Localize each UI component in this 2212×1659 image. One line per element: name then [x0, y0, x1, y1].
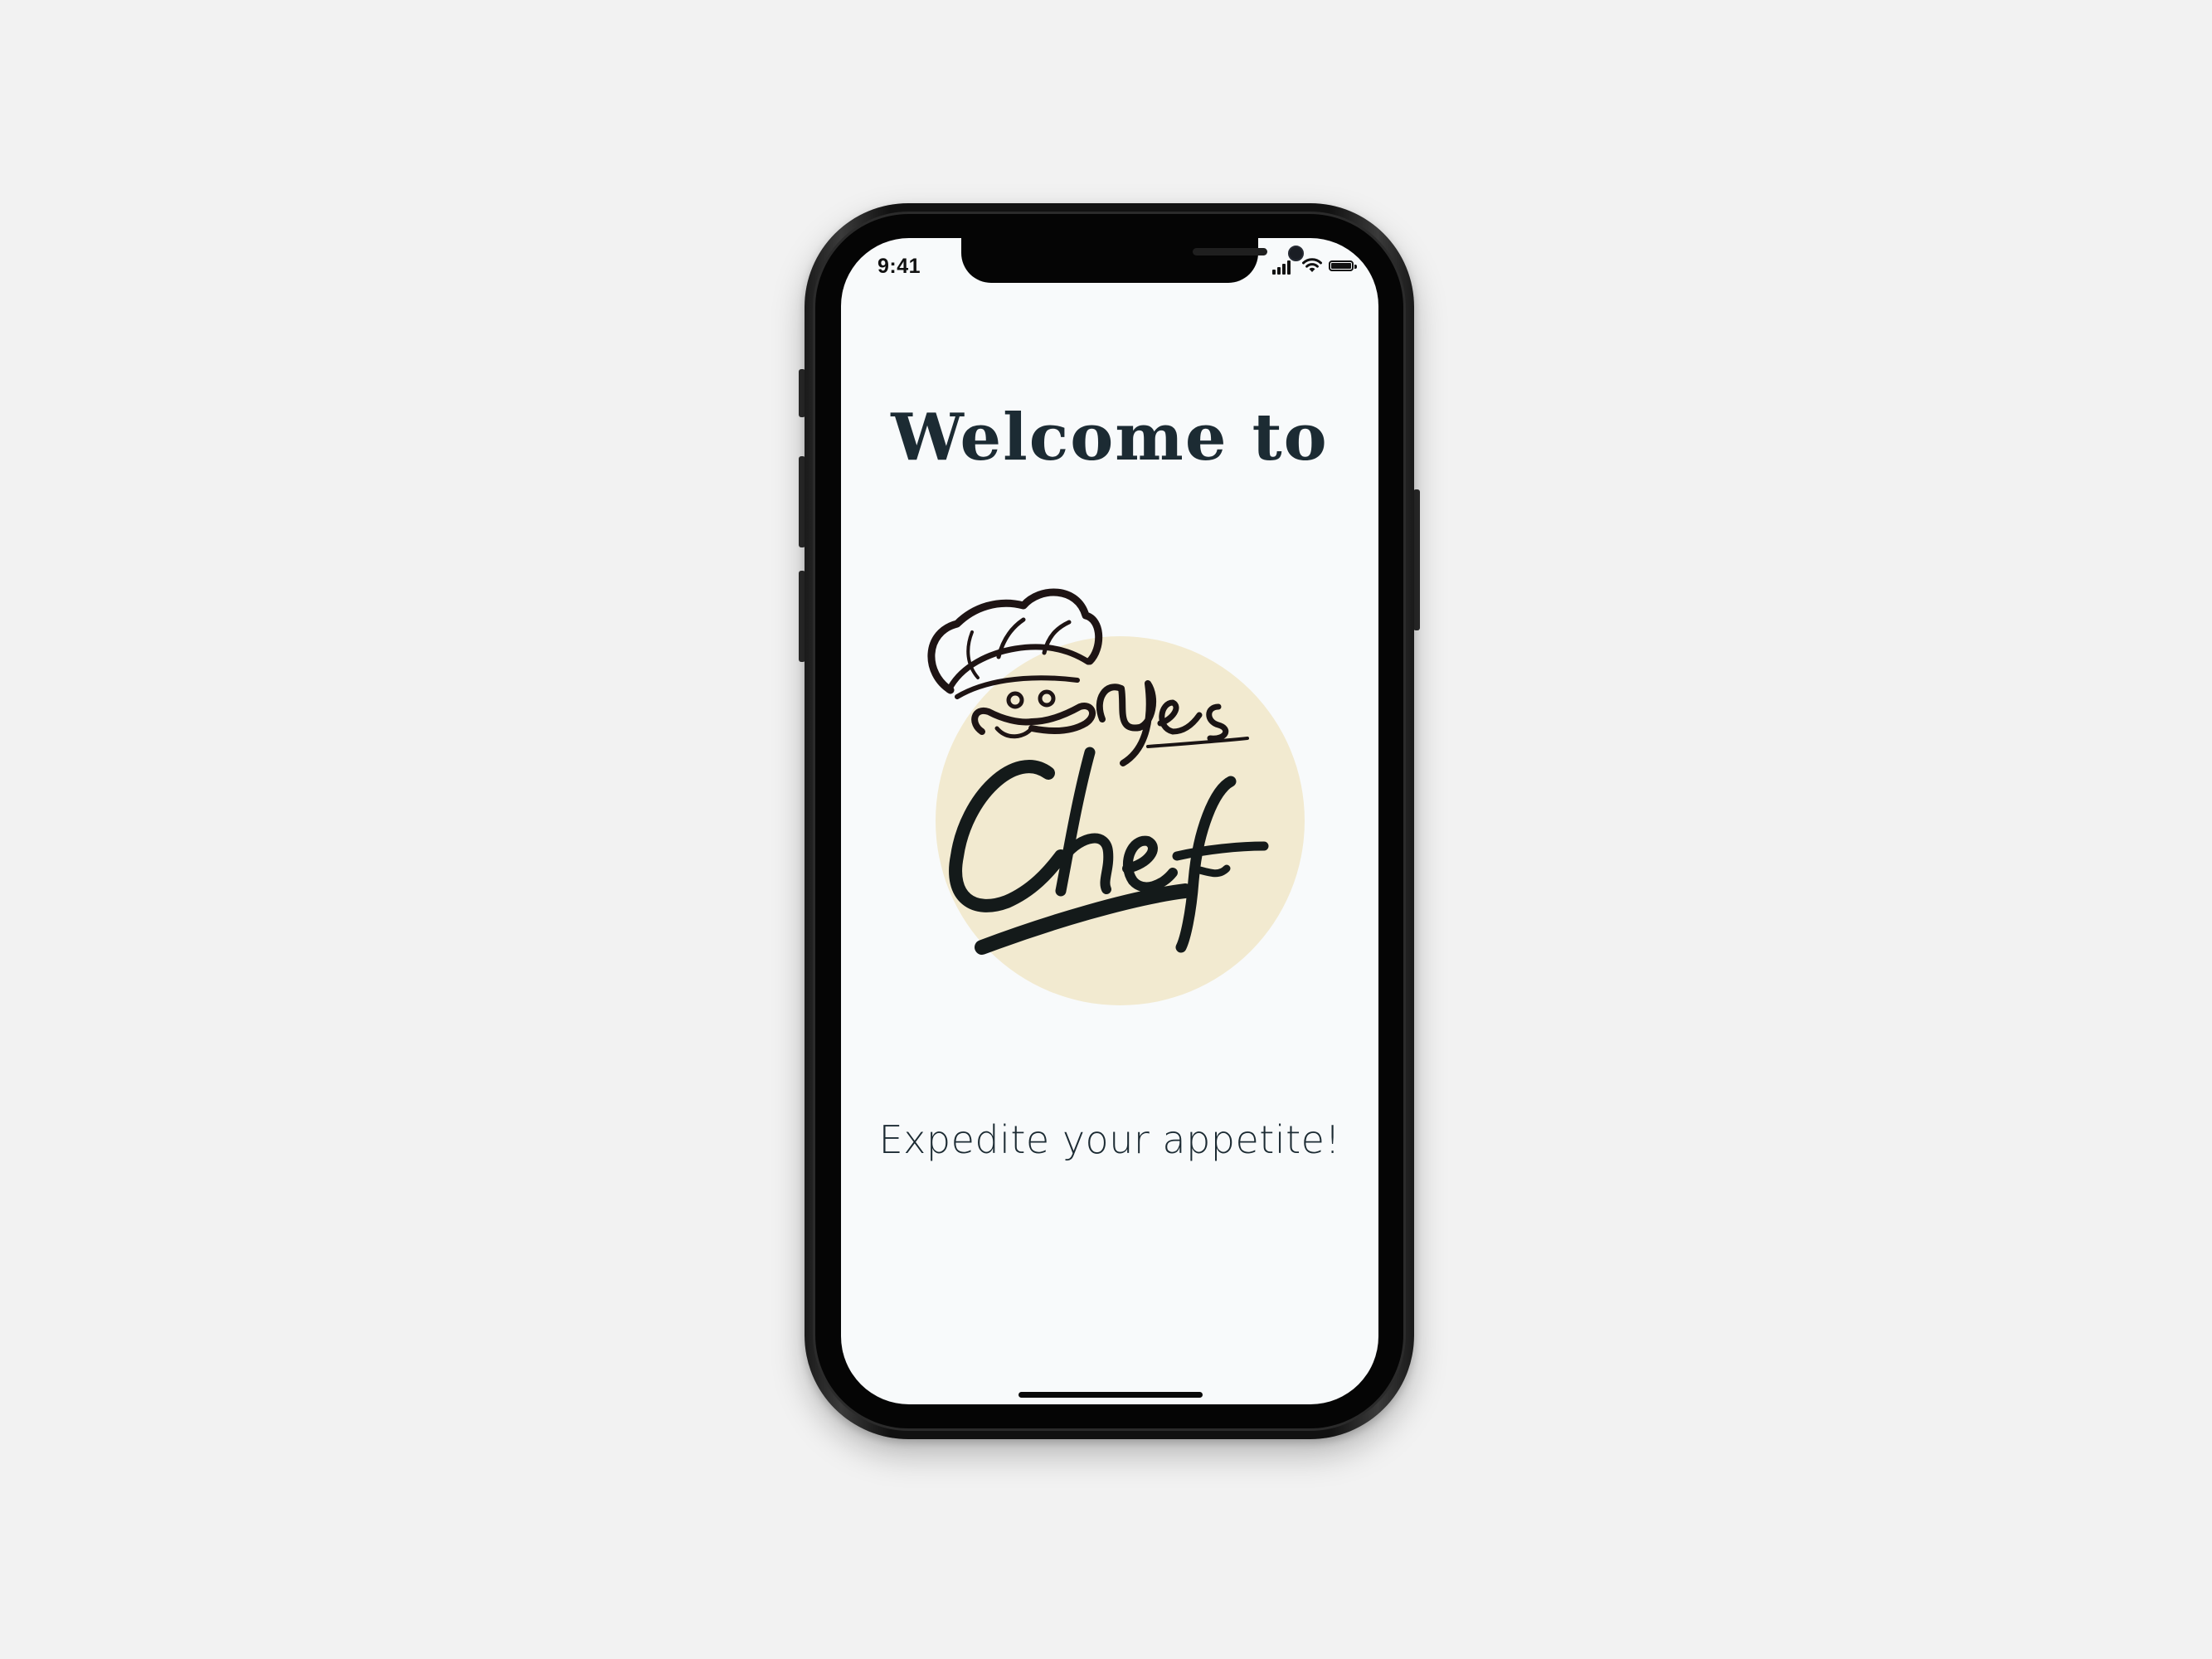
wifi-icon — [1302, 258, 1322, 272]
power-button — [1413, 489, 1420, 630]
status-icons — [1272, 256, 1364, 276]
welcome-title: Welcome to — [891, 400, 1329, 475]
chef-hat-icon — [927, 588, 1103, 739]
status-time: 9:41 — [878, 255, 921, 278]
home-indicator[interactable] — [1018, 1392, 1203, 1398]
notch — [961, 238, 1304, 283]
logo-chef-script — [949, 747, 1269, 955]
logo-artwork — [927, 588, 1269, 955]
mockup-stage: 9:41 Welcome to Expedite your appetite! — [0, 0, 2212, 1659]
phone-screen: 9:41 Welcome to Expedite your appetite! — [841, 238, 1378, 1404]
battery-icon — [1329, 260, 1357, 271]
logo-yes-script — [1096, 680, 1249, 766]
tagline: Expedite your appetite! — [878, 1117, 1341, 1162]
yes-chef-logo — [899, 582, 1305, 1005]
speaker-grille — [1193, 248, 1267, 255]
